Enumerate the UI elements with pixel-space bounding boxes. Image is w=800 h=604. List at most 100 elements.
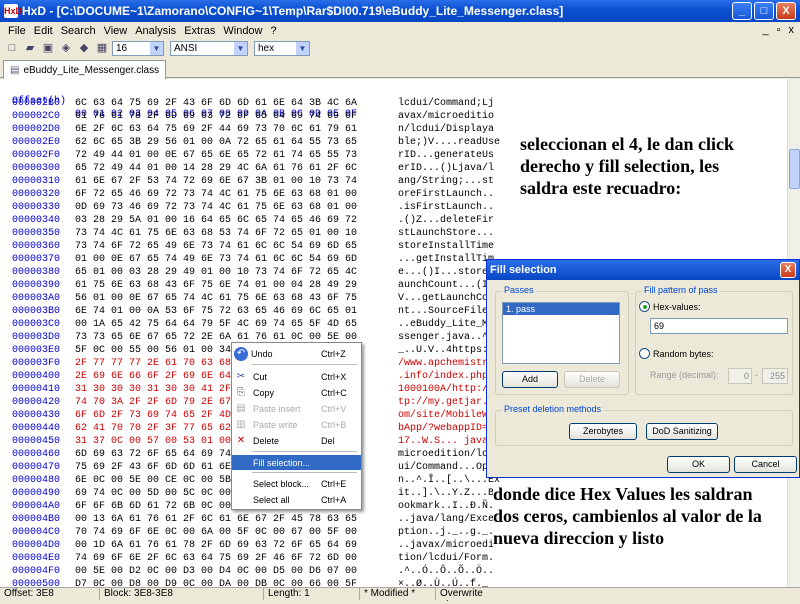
hex-row-off: 000004A0 bbox=[12, 501, 61, 512]
pass-item[interactable]: 1. pass bbox=[503, 303, 619, 315]
hex-row-off: 000004C0 bbox=[12, 527, 61, 538]
menu-window[interactable]: Window bbox=[219, 25, 266, 37]
menu-item-undo[interactable]: ↶ Undo Ctrl+Z bbox=[232, 346, 361, 361]
minimize-button[interactable]: _ bbox=[732, 2, 752, 20]
hex-row-ascii: om/site/MobileWe bbox=[398, 410, 495, 421]
hex-row-off: 00000450 bbox=[12, 436, 61, 447]
hex-row-ascii: .isFirstLaunch.. bbox=[398, 202, 495, 213]
passes-list[interactable]: 1. pass bbox=[502, 302, 620, 364]
hex-row-off: 00000480 bbox=[12, 475, 61, 486]
hex-row-ascii: n..^.Î..[..\...Ex bbox=[398, 475, 501, 486]
layout-icon[interactable]: ▦ bbox=[94, 41, 110, 55]
hex-row-off: 000002D0 bbox=[12, 124, 61, 135]
menu-search[interactable]: Search bbox=[57, 25, 100, 37]
menu-item-copy[interactable]: ⎘ Copy Ctrl+C bbox=[232, 385, 361, 400]
chevron-down-icon: ▼ bbox=[296, 41, 309, 55]
open-folder-icon[interactable]: ▰ bbox=[22, 41, 38, 55]
menu-item-paste-write[interactable]: ▥ Paste write Ctrl+B bbox=[232, 417, 361, 432]
new-file-icon[interactable]: □ bbox=[4, 41, 20, 55]
hex-row-off: 000003B0 bbox=[12, 306, 61, 317]
menu-analysis[interactable]: Analysis bbox=[131, 25, 180, 37]
maximize-button[interactable]: □ bbox=[754, 2, 774, 20]
zerobytes-button[interactable]: Zerobytes bbox=[569, 423, 637, 440]
hex-row-off: 00000440 bbox=[12, 423, 61, 434]
hex-row-bytes: 00 5E 00 D2 0C 00 D3 00 D4 0C 00 D5 00 D… bbox=[75, 566, 358, 577]
dialog-title-bar[interactable]: Fill selection X bbox=[487, 260, 799, 280]
hex-row-ascii: ..java/lang/Exce bbox=[398, 514, 495, 525]
hex-row-off: 000003E0 bbox=[12, 345, 61, 356]
hex-row-bytes: 61 6E 67 2F 53 74 72 69 6E 67 3B 01 00 1… bbox=[75, 176, 358, 187]
menu-item-paste-insert[interactable]: ▤ Paste insert Ctrl+V bbox=[232, 401, 361, 416]
hex-values-input[interactable]: 69 bbox=[650, 318, 788, 334]
range-separator: - bbox=[755, 370, 758, 380]
close-button[interactable]: X bbox=[776, 2, 796, 20]
save-icon[interactable]: ▣ bbox=[40, 41, 56, 55]
dod-sanitizing-button[interactable]: DoD Sanitizing bbox=[646, 423, 718, 440]
hex-row-bytes: 61 76 61 78 2F 6D 69 63 72 6F 65 64 69 7… bbox=[75, 111, 358, 122]
menu-item-select-block[interactable]: Select block... Ctrl+E bbox=[232, 476, 361, 491]
range-to-input[interactable]: 255 bbox=[762, 368, 788, 384]
menu-help[interactable]: ? bbox=[267, 25, 281, 37]
menu-extras[interactable]: Extras bbox=[180, 25, 219, 37]
hex-row-ascii: stLaunchStore... bbox=[398, 228, 495, 239]
hex-row-bytes: 6C 63 64 75 69 2F 43 6F 6D 6D 61 6E 64 3… bbox=[75, 98, 358, 109]
display-mode-select[interactable]: hex ▼ bbox=[254, 40, 310, 56]
open-ram-icon[interactable]: ◆ bbox=[76, 41, 92, 55]
hex-row-off: 00000350 bbox=[12, 228, 61, 239]
tab-ebuddy-class[interactable]: ▤ eBuddy_Lite_Messenger.class bbox=[3, 60, 167, 79]
hex-row-bytes: 0D 69 73 46 69 72 73 74 4C 61 75 6E 63 6… bbox=[75, 202, 358, 213]
hex-row-bytes: 72 49 44 01 00 0E 67 65 6E 65 72 61 74 6… bbox=[75, 150, 358, 161]
menu-bar: File Edit Search View Analysis Extras Wi… bbox=[0, 22, 800, 40]
copy-icon: ⎘ bbox=[237, 387, 245, 398]
scrollbar-thumb[interactable] bbox=[789, 149, 800, 189]
fill-pattern-group: Fill pattern of pass Hex-values: 69 Rand… bbox=[635, 285, 793, 395]
fill-pattern-label: Fill pattern of pass bbox=[642, 285, 720, 295]
title-bar[interactable]: HxD HxD - [C:\DOCUME~1\Zamorano\CONFIG~1… bbox=[0, 0, 800, 22]
hex-row-off: 000004D0 bbox=[12, 540, 61, 551]
hex-values-radio[interactable]: Hex-values: bbox=[639, 301, 701, 312]
tab-strip: ▤ eBuddy_Lite_Messenger.class bbox=[0, 58, 800, 79]
bytes-per-row-select[interactable]: 16 ▼ bbox=[112, 40, 164, 56]
open-disk-icon[interactable]: ◈ bbox=[58, 41, 74, 55]
mdi-minimize-button[interactable]: _ bbox=[762, 24, 768, 36]
hex-row-off: 000002B0 bbox=[12, 98, 61, 109]
hex-row-ascii: _..U.V..4https:/ bbox=[398, 345, 495, 356]
range-from-input[interactable]: 0 bbox=[728, 368, 752, 384]
hex-row-bytes: 6E 74 01 00 0A 53 6F 75 72 63 65 46 69 6… bbox=[75, 306, 358, 317]
cancel-button[interactable]: Cancel bbox=[734, 456, 797, 473]
dialog-close-button[interactable]: X bbox=[780, 262, 796, 278]
add-pass-button[interactable]: Add bbox=[502, 371, 558, 388]
hex-row-ascii: V...getLaunchCou bbox=[398, 293, 495, 304]
menu-item-cut[interactable]: ✂ Cut Ctrl+X bbox=[232, 369, 361, 384]
charset-select[interactable]: ANSI ▼ bbox=[170, 40, 248, 56]
hex-row-off: 00000360 bbox=[12, 241, 61, 252]
menu-view[interactable]: View bbox=[100, 25, 132, 37]
hex-row-off: 00000310 bbox=[12, 176, 61, 187]
dialog-title: Fill selection bbox=[490, 264, 557, 276]
ok-button[interactable]: OK bbox=[667, 456, 730, 473]
mdi-restore-button[interactable]: ▫ bbox=[777, 24, 781, 36]
hex-row-bytes: 65 72 49 44 01 00 14 28 29 4C 6A 61 76 6… bbox=[75, 163, 358, 174]
hex-row-bytes: 73 74 6F 72 65 49 6E 73 74 61 6C 6C 54 6… bbox=[75, 241, 358, 252]
menu-file[interactable]: File bbox=[4, 25, 30, 37]
menu-edit[interactable]: Edit bbox=[30, 25, 57, 37]
passes-group: Passes 1. pass Add Delete bbox=[495, 285, 629, 395]
fill-selection-dialog: Fill selection X Passes 1. pass Add Dele… bbox=[486, 259, 800, 478]
hex-row-off: 00000410 bbox=[12, 384, 61, 395]
undo-icon: ↶ bbox=[234, 346, 248, 361]
menu-item-fill-selection[interactable]: Fill selection... bbox=[232, 455, 361, 470]
menu-item-select-all[interactable]: Select all Ctrl+A bbox=[232, 492, 361, 507]
random-bytes-radio[interactable]: Random bytes: bbox=[639, 348, 714, 359]
hex-row-ascii: bApp/?webappID=1 bbox=[398, 423, 495, 434]
hex-row-off: 00000370 bbox=[12, 254, 61, 265]
hex-row-off: 00000340 bbox=[12, 215, 61, 226]
hex-row-off: 000002C0 bbox=[12, 111, 61, 122]
hex-row-ascii: lcdui/Command;Lj bbox=[398, 98, 495, 109]
hex-row-bytes: 01 00 0E 67 65 74 49 6E 73 74 61 6C 6C 5… bbox=[75, 254, 358, 265]
delete-pass-button[interactable]: Delete bbox=[564, 371, 620, 388]
paste-write-icon: ▥ bbox=[236, 419, 246, 430]
hex-row-off: 00000420 bbox=[12, 397, 61, 408]
mdi-close-button[interactable]: x bbox=[789, 24, 795, 36]
hex-row-ascii: erID...()Ljava/l bbox=[398, 163, 495, 174]
menu-item-delete[interactable]: ✕ Delete Del bbox=[232, 433, 361, 448]
